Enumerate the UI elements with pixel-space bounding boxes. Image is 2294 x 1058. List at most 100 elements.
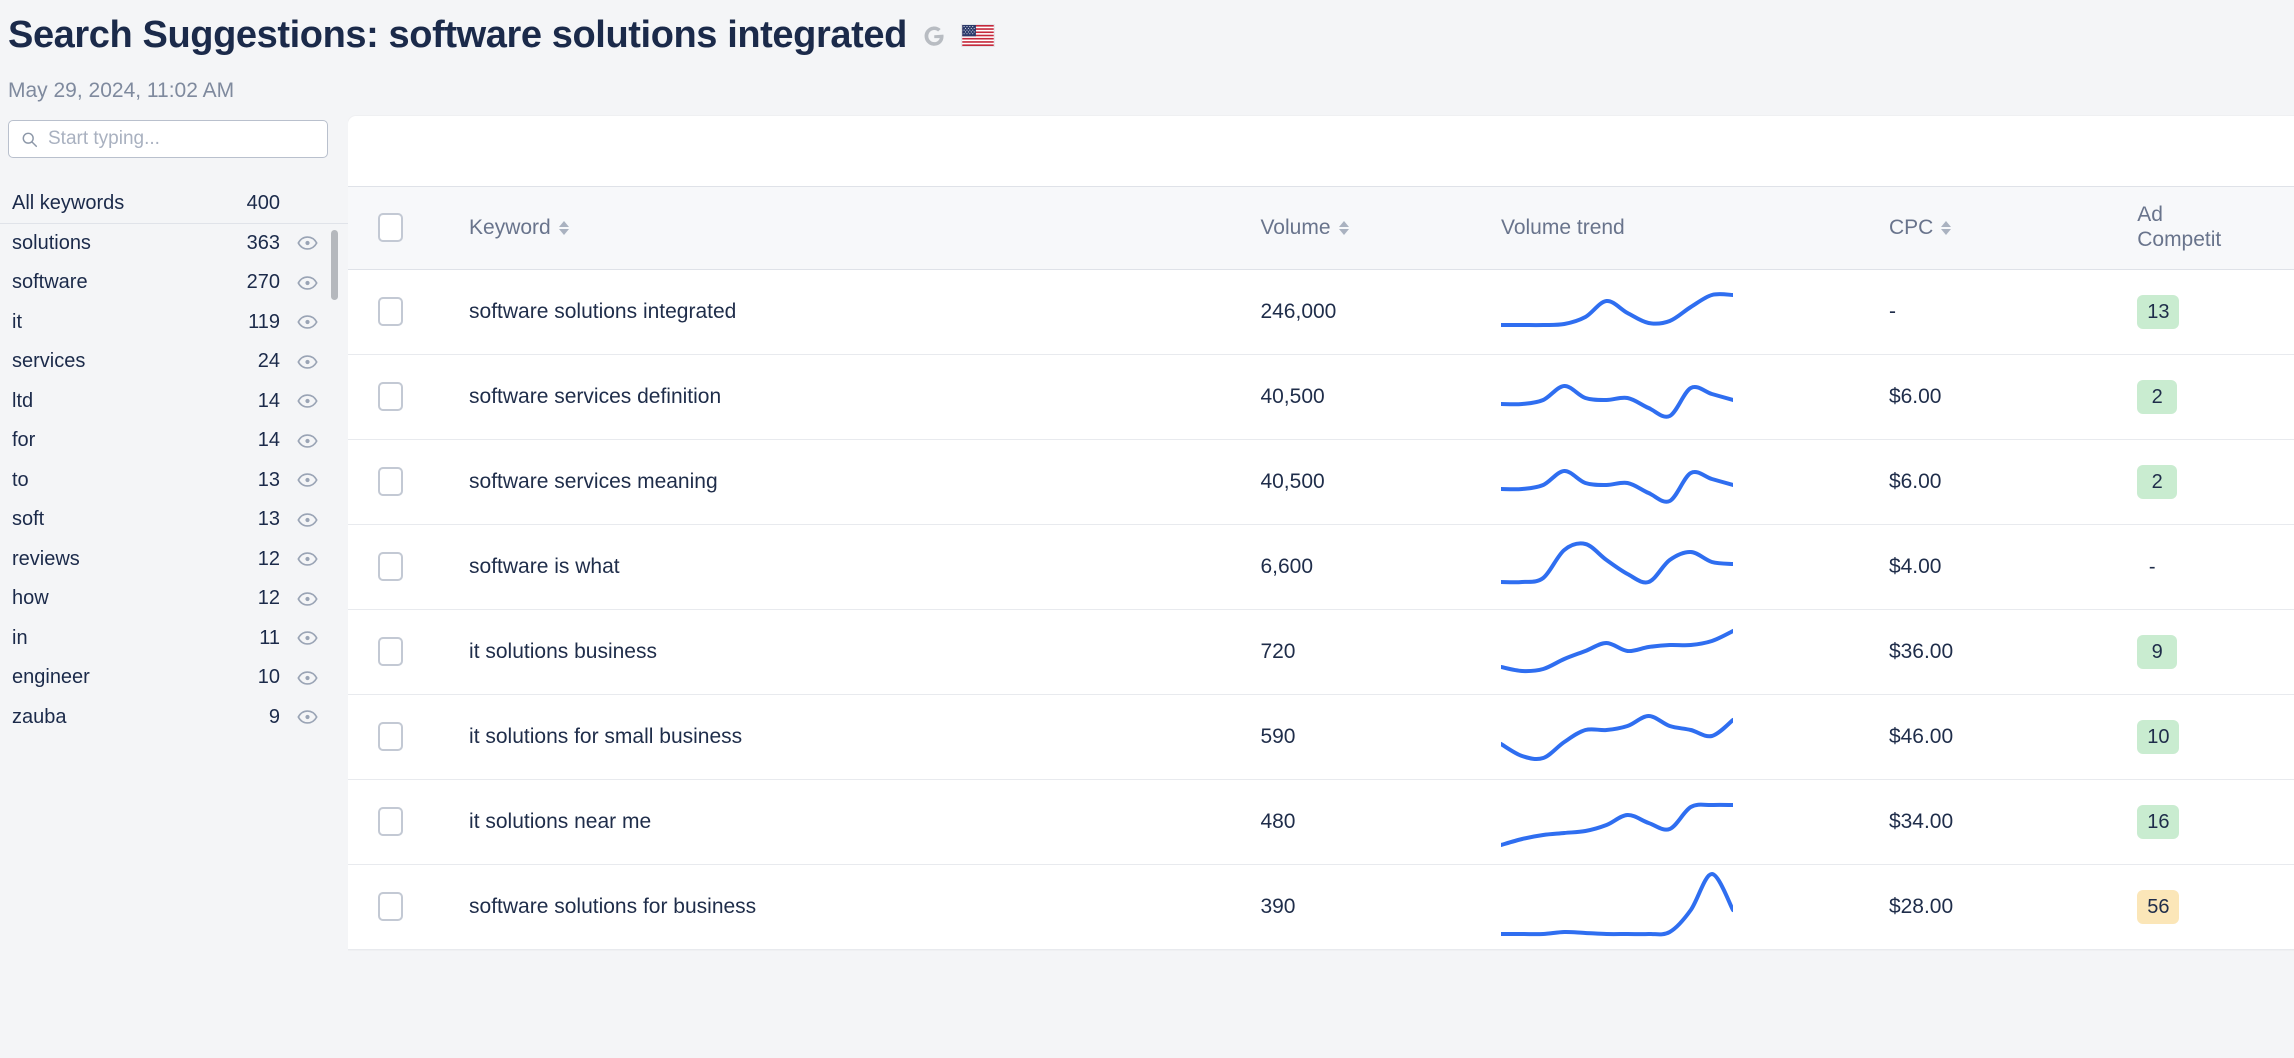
row-select-cell[interactable] <box>348 694 470 780</box>
eye-icon[interactable] <box>297 591 318 606</box>
cpc-cell: $6.00 <box>1888 439 2138 525</box>
row-checkbox[interactable] <box>378 382 403 411</box>
eye-icon[interactable] <box>297 433 318 448</box>
keyword-cell[interactable]: it solutions near me <box>469 779 1261 865</box>
keyword-label: for <box>12 429 36 452</box>
eye-icon[interactable] <box>297 394 318 409</box>
table-row[interactable]: software solutions for business 390 $28.00… <box>348 864 2294 950</box>
header-volume-trend-label: Volume trend <box>1500 215 1625 239</box>
eye-slot[interactable] <box>280 591 318 606</box>
sidebar-item-solutions[interactable]: solutions 363 <box>0 224 348 264</box>
sidebar-item-engineer[interactable]: engineer 10 <box>0 658 348 698</box>
eye-slot[interactable] <box>280 473 318 488</box>
table-row[interactable]: software services definition 40,500 $6.00 2 <box>348 354 2294 440</box>
eye-slot[interactable] <box>280 512 318 527</box>
keyword-rows-container: solutions 363 software 270 it 119 services 24 lt… <box>0 224 348 738</box>
header-cpc[interactable]: CPC <box>1888 187 2138 270</box>
eye-slot[interactable] <box>280 670 318 685</box>
row-select-cell[interactable] <box>348 439 470 525</box>
row-select-cell[interactable] <box>348 524 470 610</box>
keyword-cell[interactable]: software solutions integrated <box>469 269 1261 355</box>
eye-slot[interactable] <box>280 354 318 369</box>
row-checkbox[interactable] <box>378 807 403 836</box>
header-keyword[interactable]: Keyword <box>469 187 1261 270</box>
keyword-label: how <box>12 587 49 610</box>
eye-icon[interactable] <box>297 631 318 646</box>
row-checkbox[interactable] <box>378 552 403 581</box>
search-input[interactable] <box>48 128 315 150</box>
eye-icon[interactable] <box>297 512 318 527</box>
eye-slot[interactable] <box>280 236 318 251</box>
eye-icon[interactable] <box>297 354 318 369</box>
keyword-cell[interactable]: software solutions for business <box>469 864 1261 950</box>
eye-slot[interactable] <box>280 275 318 290</box>
table-row[interactable]: it solutions for small business 590 $46.00… <box>348 694 2294 780</box>
keyword-cell[interactable]: software services definition <box>469 354 1261 440</box>
eye-icon[interactable] <box>297 473 318 488</box>
row-select-cell[interactable] <box>348 269 470 355</box>
page-header: Search Suggestions: software solutions i… <box>0 0 2294 103</box>
row-checkbox[interactable] <box>378 297 403 326</box>
header-volume[interactable]: Volume <box>1260 187 1501 270</box>
sort-volume-icon[interactable] <box>1338 220 1349 235</box>
report-timestamp: May 29, 2024, 11:02 AM <box>8 79 235 102</box>
sidebar-item-in[interactable]: in 11 <box>0 619 348 659</box>
sidebar-item-soft[interactable]: soft 13 <box>0 500 348 540</box>
table-row[interactable]: software services meaning 40,500 $6.00 2 <box>348 439 2294 525</box>
keyword-sidebar: All keywords 400 solutions 363 software 270… <box>0 110 348 1058</box>
table-row[interactable]: software is what 6,600 $4.00- <box>348 524 2294 610</box>
keyword-cell[interactable]: software is what <box>469 524 1261 610</box>
row-checkbox[interactable] <box>378 637 403 666</box>
eye-slot[interactable] <box>280 552 318 567</box>
sidebar-item-for[interactable]: for 14 <box>0 421 348 461</box>
sidebar-item-software[interactable]: software 270 <box>0 263 348 303</box>
eye-icon[interactable] <box>297 315 318 330</box>
eye-slot[interactable] <box>280 631 318 646</box>
sidebar-item-to[interactable]: to 13 <box>0 461 348 501</box>
row-checkbox[interactable] <box>378 467 403 496</box>
table-row[interactable]: software solutions integrated 246,000 -13 <box>348 269 2294 355</box>
eye-icon[interactable] <box>297 670 318 685</box>
keyword-count: 10 <box>257 666 280 689</box>
eye-slot[interactable] <box>280 394 318 409</box>
sidebar-item-zauba[interactable]: zauba 9 <box>0 698 348 738</box>
eye-icon[interactable] <box>297 552 318 567</box>
eye-slot[interactable] <box>280 710 318 725</box>
row-select-cell[interactable] <box>348 354 470 440</box>
header-keyword-label: Keyword <box>469 215 551 239</box>
volume-trend-sparkline <box>1500 713 1733 761</box>
row-select-cell[interactable] <box>348 609 470 695</box>
sidebar-item-reviews[interactable]: reviews 12 <box>0 540 348 580</box>
eye-icon[interactable] <box>297 275 318 290</box>
row-select-cell[interactable] <box>348 779 470 865</box>
select-all-checkbox[interactable] <box>378 213 403 243</box>
sidebar-item-services[interactable]: services 24 <box>0 342 348 382</box>
search-box[interactable] <box>8 120 328 158</box>
keyword-count: 363 <box>246 231 280 254</box>
sort-cpc-icon[interactable] <box>1941 220 1952 235</box>
keyword-cell[interactable]: it solutions business <box>469 609 1261 695</box>
table-row[interactable]: it solutions near me 480 $34.00 16 <box>348 779 2294 865</box>
table-row[interactable]: it solutions business 720 $36.00 9 <box>348 609 2294 695</box>
volume-trend-sparkline <box>1500 540 1733 584</box>
sidebar-item-all-keywords[interactable]: All keywords 400 <box>0 184 348 224</box>
eye-slot[interactable] <box>280 315 318 330</box>
volume-trend-cell <box>1500 354 1889 440</box>
eye-icon[interactable] <box>297 236 318 251</box>
row-select-cell[interactable] <box>348 864 470 950</box>
eye-slot[interactable] <box>280 433 318 448</box>
eye-icon[interactable] <box>297 710 318 725</box>
sort-keyword-icon[interactable] <box>558 220 569 235</box>
keyword-cell[interactable]: software services meaning <box>469 439 1261 525</box>
table-header-row: Keyword Volume Volume trend CPC Ad Compe… <box>348 187 2294 270</box>
row-checkbox[interactable] <box>378 722 403 751</box>
sidebar-item-ltd[interactable]: ltd 14 <box>0 382 348 422</box>
sidebar-scrollbar[interactable] <box>331 230 338 710</box>
card-toolbar <box>348 116 2294 187</box>
keyword-cell[interactable]: it solutions for small business <box>469 694 1261 780</box>
keyword-count: 13 <box>257 508 280 531</box>
row-checkbox[interactable] <box>378 892 403 921</box>
sidebar-scrollbar-thumb[interactable] <box>331 230 338 300</box>
sidebar-item-it[interactable]: it 119 <box>0 303 348 343</box>
sidebar-item-how[interactable]: how 12 <box>0 579 348 619</box>
